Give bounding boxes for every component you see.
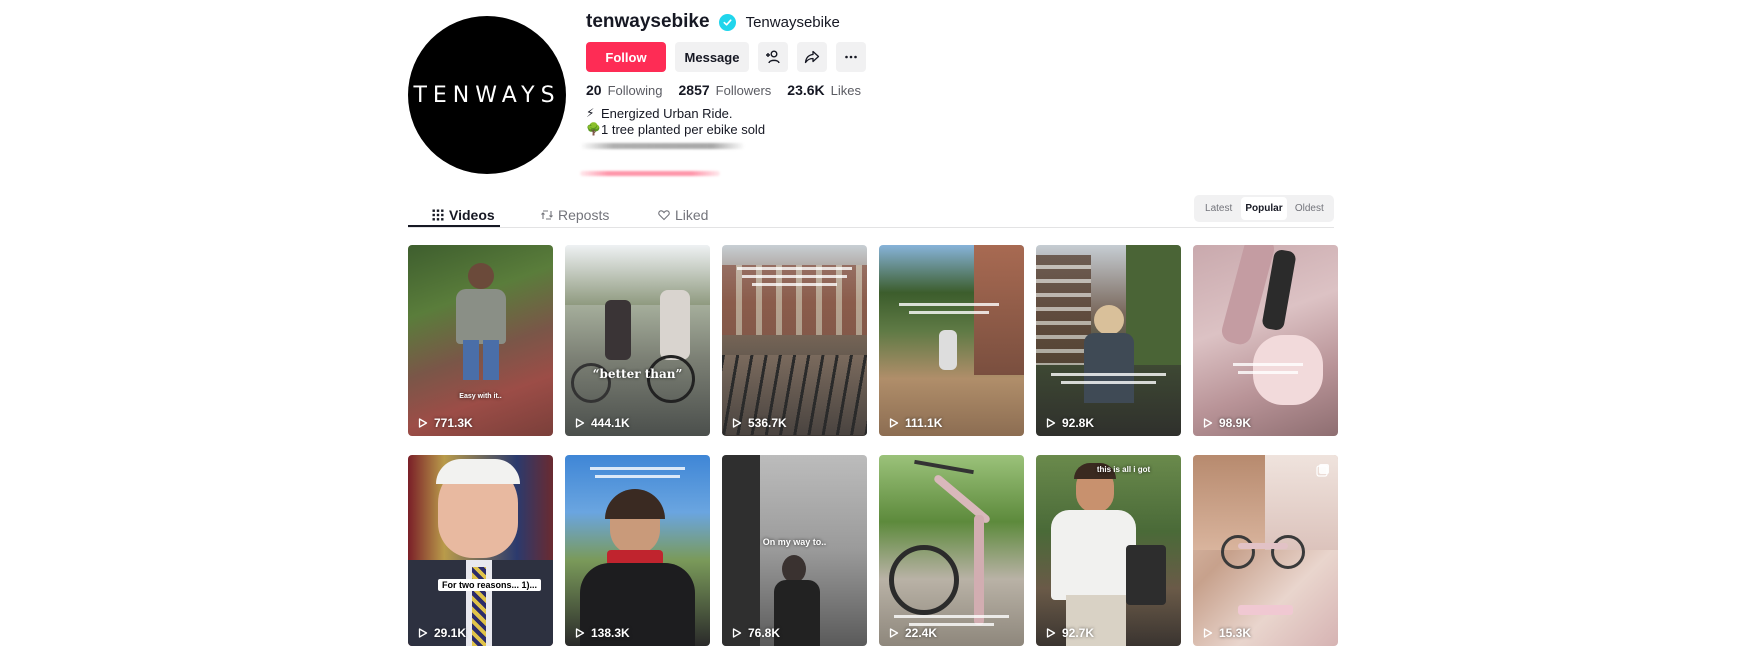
following-count[interactable]: 20	[586, 82, 602, 98]
view-count: 536.7K	[732, 416, 787, 430]
video-card[interactable]: For two reasons... 1)... 29.1K	[408, 455, 553, 646]
play-icon	[889, 418, 899, 428]
video-card[interactable]: 111.1K	[879, 245, 1024, 436]
photo-carousel-icon	[1316, 463, 1330, 482]
video-card[interactable]: 536.7K	[722, 245, 867, 436]
repost-icon	[541, 210, 553, 220]
sort-oldest[interactable]: Oldest	[1287, 197, 1332, 220]
play-icon	[1203, 628, 1213, 638]
play-icon	[575, 418, 585, 428]
tab-liked[interactable]: Liked	[658, 203, 708, 227]
video-card[interactable]: 92.8K	[1036, 245, 1181, 436]
followers-count[interactable]: 2857	[679, 82, 710, 98]
tab-label: Reposts	[558, 207, 610, 223]
play-icon	[732, 628, 742, 638]
tab-label: Liked	[675, 207, 709, 223]
share-button[interactable]	[797, 42, 827, 72]
tree-icon: 🌳	[586, 121, 601, 136]
play-icon	[418, 628, 428, 638]
view-count: 98.9K	[1203, 416, 1251, 430]
profile-avatar[interactable]: TENWAYS	[408, 16, 566, 174]
view-count: 15.3K	[1203, 626, 1251, 640]
message-button[interactable]: Message	[675, 42, 749, 72]
view-count: 444.1K	[575, 416, 630, 430]
play-icon	[418, 418, 428, 428]
play-icon	[889, 628, 899, 638]
share-icon	[804, 50, 820, 64]
bio-line: ⚡ Energized Urban Ride.	[586, 106, 1226, 122]
play-icon	[1046, 418, 1056, 428]
view-count: 92.8K	[1046, 416, 1094, 430]
verified-badge-icon	[718, 13, 736, 31]
view-count: 771.3K	[418, 416, 473, 430]
tab-label: Videos	[449, 207, 495, 223]
sort-latest[interactable]: Latest	[1196, 197, 1241, 220]
video-caption: On my way to..	[762, 537, 827, 547]
profile-bio: ⚡ Energized Urban Ride. 🌳 1 tree planted…	[580, 106, 1226, 176]
play-icon	[1046, 628, 1056, 638]
active-tab-indicator	[408, 225, 500, 227]
video-caption: “better than”	[592, 367, 683, 381]
video-caption: this is all i got	[1096, 465, 1151, 474]
profile-username: tenwaysebike	[586, 11, 710, 32]
followers-label[interactable]: Followers	[716, 83, 772, 98]
view-count: 111.1K	[889, 416, 942, 430]
video-caption: Easy with it..	[459, 393, 502, 400]
play-icon	[1203, 418, 1213, 428]
redacted-text	[580, 143, 745, 149]
video-card[interactable]: Easy with it.. 771.3K	[408, 245, 553, 436]
bio-text: Energized Urban Ride.	[601, 106, 733, 121]
heart-lock-icon	[658, 210, 670, 221]
view-count: 22.4K	[889, 626, 937, 640]
profile-actions: Follow Message	[586, 42, 1226, 72]
follow-button[interactable]: Follow	[586, 42, 666, 72]
video-card[interactable]: On my way to.. 76.8K	[722, 455, 867, 646]
video-card[interactable]: 15.3K	[1193, 455, 1338, 646]
view-count: 138.3K	[575, 626, 630, 640]
video-card[interactable]: 22.4K	[879, 455, 1024, 646]
suggested-accounts-button[interactable]	[758, 42, 788, 72]
redacted-link	[580, 171, 720, 176]
video-caption: For two reasons... 1)...	[438, 579, 542, 591]
view-count: 76.8K	[732, 626, 780, 640]
profile-nickname: Tenwaysebike	[745, 13, 840, 31]
video-card[interactable]: this is all i got 92.7K	[1036, 455, 1181, 646]
bio-text: 1 tree planted per ebike sold	[601, 121, 766, 137]
name-row: tenwaysebike Tenwaysebike	[586, 10, 1226, 34]
more-dots-icon	[845, 55, 857, 59]
avatar-logo-text: TENWAYS	[413, 82, 561, 108]
following-label[interactable]: Following	[608, 83, 663, 98]
view-count: 29.1K	[418, 626, 466, 640]
likes-label: Likes	[830, 83, 861, 98]
sort-popular[interactable]: Popular	[1241, 197, 1287, 220]
play-icon	[575, 628, 585, 638]
profile-info: tenwaysebike Tenwaysebike Follow Message…	[580, 10, 1226, 176]
video-card[interactable]: “better than” 444.1K	[565, 245, 710, 436]
add-person-icon	[766, 50, 780, 64]
tab-videos[interactable]: Videos	[432, 203, 495, 227]
play-icon	[732, 418, 742, 428]
grid-icon	[432, 209, 444, 221]
video-card[interactable]: 138.3K	[565, 455, 710, 646]
tab-reposts[interactable]: Reposts	[541, 203, 609, 227]
likes-count: 23.6K	[787, 82, 825, 98]
bio-line: 🌳 1 tree planted per ebike sold	[586, 122, 1226, 138]
profile-stats: 20 Following 2857 Followers 23.6K Likes	[586, 82, 1226, 98]
view-count: 92.7K	[1046, 626, 1094, 640]
sort-toggle: Latest Popular Oldest	[1194, 195, 1334, 222]
more-options-button[interactable]	[836, 42, 866, 72]
lightning-icon: ⚡	[586, 106, 595, 120]
video-card[interactable]: 98.9K	[1193, 245, 1338, 436]
